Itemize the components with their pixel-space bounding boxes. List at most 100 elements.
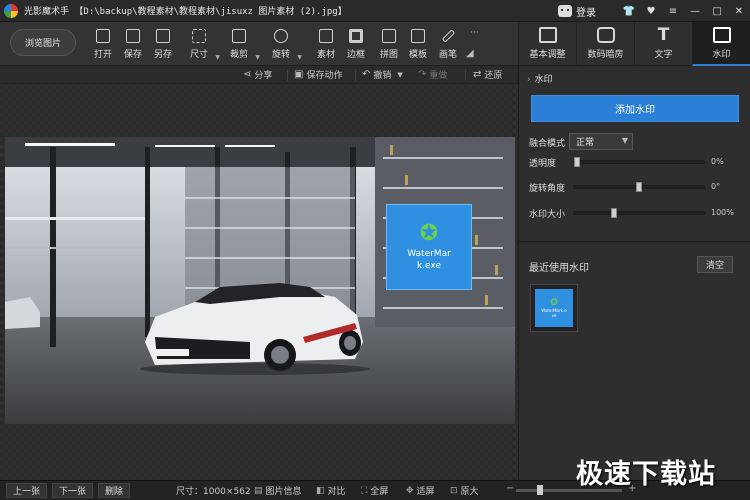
right-tabs: 基本调整 数码暗房 T 文字 水印: [518, 22, 750, 66]
window-title: 光影魔术手 【D:\backup\教程素材\教程素材\jisuxz 图片素材 (…: [24, 7, 347, 17]
material-icon: [319, 29, 333, 43]
blend-mode-label: 融合模式: [529, 139, 566, 149]
undo-button[interactable]: ↶ 撤销 ▼: [362, 68, 406, 81]
tool-brush[interactable]: 画笔: [433, 26, 463, 62]
save-icon: [126, 29, 140, 43]
chevron-down-icon[interactable]: ▼: [255, 54, 260, 61]
fullscreen-icon: ⛶: [361, 485, 368, 496]
star-icon: ✪: [419, 220, 439, 246]
more-tools-button[interactable]: ···: [470, 28, 479, 38]
login-label: 登录: [576, 7, 596, 19]
add-watermark-button[interactable]: 添加水印: [531, 95, 739, 122]
watermark-panel: 水印 添加水印 融合模式 正常 ▼ 透明度 0% 旋转角度 0° 水印大小 10…: [518, 66, 750, 480]
blend-mode-select[interactable]: 正常 ▼: [569, 133, 633, 150]
delete-button[interactable]: 删除: [98, 483, 131, 498]
clear-button[interactable]: 清空: [697, 256, 733, 273]
minimize-icon[interactable]: —: [684, 0, 706, 22]
maximize-icon[interactable]: □: [706, 0, 728, 22]
slider-knob[interactable]: [611, 208, 617, 218]
tool-border[interactable]: 边框: [341, 26, 371, 62]
redo-label: 重做: [429, 71, 448, 81]
save-action-button[interactable]: ▣ 保存动作: [294, 68, 342, 81]
open-icon: [96, 29, 110, 43]
zoom-out-icon[interactable]: −: [506, 483, 514, 494]
opacity-value: 0%: [711, 157, 724, 166]
opacity-label: 透明度: [529, 159, 557, 169]
chevron-down-icon[interactable]: ▼: [215, 54, 220, 61]
tool-save[interactable]: 保存: [118, 26, 148, 62]
undo-label: 撤销: [373, 71, 392, 81]
fullscreen-button[interactable]: ⛶ 全屏: [361, 484, 389, 498]
tab-text[interactable]: T 文字: [634, 22, 692, 66]
browse-images-button[interactable]: 浏览图片: [10, 29, 76, 56]
shirt-icon[interactable]: 👕: [618, 0, 640, 22]
login-button[interactable]: 登录: [558, 4, 596, 19]
chevron-down-icon[interactable]: ▼: [397, 71, 402, 79]
user-face-icon: [558, 5, 572, 17]
chevron-down-icon: ▼: [621, 136, 628, 145]
tab-label: 文字: [654, 50, 673, 60]
slider-knob[interactable]: [636, 182, 642, 192]
image-canvas: ✪ WaterMark.exe: [0, 85, 518, 480]
thumb-image: ✪ WaterMark.exe: [535, 289, 573, 327]
menu-icon[interactable]: ≡: [662, 0, 684, 22]
chevron-down-icon[interactable]: ▼: [297, 54, 302, 61]
rotation-slider[interactable]: [573, 182, 705, 192]
tool-template[interactable]: 模板: [403, 26, 433, 62]
zoom-slider-knob[interactable]: [537, 485, 543, 495]
tab-digital-darkroom[interactable]: 数码暗房: [576, 22, 634, 66]
watermark-icon: [712, 27, 731, 43]
share-button[interactable]: ⋖ 分享: [243, 68, 272, 81]
save-action-label: 保存动作: [306, 71, 343, 81]
tool-open[interactable]: 打开: [88, 26, 118, 62]
heart-icon[interactable]: ♥: [640, 0, 662, 22]
slider-knob[interactable]: [574, 157, 580, 167]
watermark-overlay[interactable]: ✪ WaterMark.exe: [386, 204, 472, 290]
rotate-icon: [274, 29, 288, 43]
tool-crop[interactable]: 裁剪 ▼: [224, 26, 260, 62]
tool-label: 画笔: [438, 50, 457, 60]
main-toolbar: 浏览图片 打开 保存 另存 尺寸 ▼ 裁剪 ▼ 旋转 ▼ 素材 边框 拼图 模板: [0, 22, 518, 66]
size-value: 100%: [711, 208, 734, 217]
rotation-value: 0°: [711, 182, 721, 191]
tool-label: 边框: [346, 50, 365, 60]
prev-image-button[interactable]: 上一张: [6, 483, 48, 498]
tab-label: 基本调整: [529, 50, 566, 60]
tool-rotate[interactable]: 旋转 ▼: [266, 26, 302, 62]
compare-button[interactable]: ◧ 对比: [316, 484, 346, 498]
restore-button[interactable]: ⇄ 还原: [473, 68, 502, 81]
expand-triangle-icon[interactable]: ◢: [466, 48, 474, 59]
fullscreen-label: 全屏: [370, 487, 389, 497]
image-info-button[interactable]: ▤ 图片信息: [254, 484, 302, 498]
compare-icon: ◧: [316, 485, 325, 496]
thumb-text: WaterMark.exe: [541, 307, 567, 318]
site-watermark-text: 极速下载站: [576, 459, 716, 490]
tab-watermark[interactable]: 水印: [692, 22, 750, 66]
adjust-icon: [538, 27, 557, 43]
info-icon: ▤: [254, 485, 263, 496]
tool-resize[interactable]: 尺寸 ▼: [184, 26, 220, 62]
fit-label: 适屏: [416, 487, 435, 497]
app-logo-icon: [4, 3, 18, 18]
tool-label: 拼图: [379, 50, 398, 60]
close-icon[interactable]: ✕: [728, 0, 750, 22]
tab-label: 水印: [712, 50, 731, 60]
tool-save-as[interactable]: 另存: [148, 26, 178, 62]
size-slider[interactable]: [573, 208, 705, 218]
tab-basic-adjust[interactable]: 基本调整: [518, 22, 576, 66]
tool-label: 尺寸: [189, 50, 208, 60]
next-image-button[interactable]: 下一张: [52, 483, 94, 498]
redo-button[interactable]: ↷ 重做: [418, 68, 447, 81]
opacity-slider[interactable]: [573, 157, 705, 167]
divider: [519, 241, 750, 242]
tool-material[interactable]: 素材: [311, 26, 341, 62]
tool-collage[interactable]: 拼图: [374, 26, 404, 62]
undo-icon: ↶: [362, 69, 371, 80]
original-size-button[interactable]: ⊡ 原大: [450, 484, 479, 498]
compare-label: 对比: [327, 487, 346, 497]
recent-watermark-thumb[interactable]: ✪ WaterMark.exe: [530, 284, 578, 332]
share-icon: ⋖: [243, 69, 252, 80]
collage-icon: [382, 29, 396, 43]
fit-screen-button[interactable]: ✥ 适屏: [406, 484, 435, 498]
tool-label: 打开: [93, 50, 112, 60]
